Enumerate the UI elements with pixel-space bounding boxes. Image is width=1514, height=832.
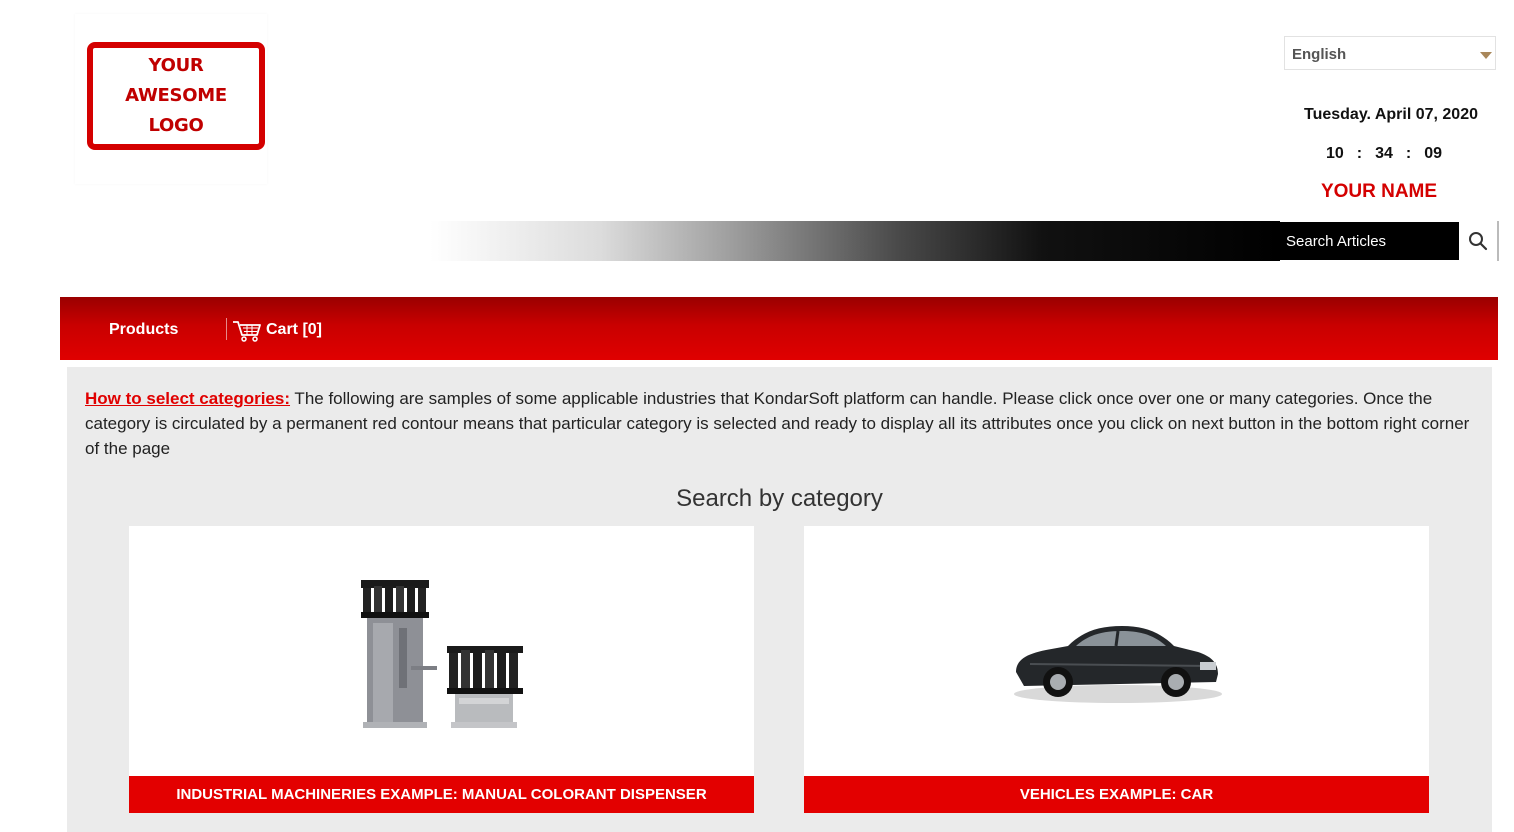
how-to-select-link[interactable]: How to select categories: bbox=[85, 389, 290, 408]
logo[interactable]: YOUR AWESOME LOGO bbox=[87, 42, 265, 150]
time-hours: 10 bbox=[1326, 145, 1344, 162]
car-image bbox=[1014, 626, 1222, 703]
logo-text: YOUR AWESOME LOGO bbox=[125, 55, 227, 136]
cart-icon bbox=[233, 321, 261, 342]
current-date: Tuesday. April 07, 2020 bbox=[1303, 106, 1478, 123]
search-icon bbox=[1469, 232, 1488, 251]
intro-text: The following are samples of some applic… bbox=[85, 389, 1470, 458]
search-bar-gradient bbox=[430, 221, 1280, 261]
category-card-car[interactable]: VEHICLES EXAMPLE: CAR bbox=[804, 526, 1429, 813]
main-nav: Products Cart [0] bbox=[60, 297, 1498, 360]
current-time: 10 : 34 : 09 bbox=[1326, 145, 1442, 163]
category-card-colorant-dispenser[interactable]: INDUSTRIAL MACHINERIES EXAMPLE: MANUAL C… bbox=[129, 526, 754, 813]
category-label: INDUSTRIAL MACHINERIES EXAMPLE: MANUAL C… bbox=[129, 776, 754, 813]
section-title: Search by category bbox=[676, 485, 883, 512]
time-separator: : bbox=[1356, 145, 1363, 162]
main-content: How to select categories: The following … bbox=[67, 367, 1492, 832]
nav-divider bbox=[226, 318, 227, 340]
cart-label: Cart [0] bbox=[266, 321, 323, 338]
time-seconds: 09 bbox=[1424, 145, 1443, 162]
colorant-dispenser-image bbox=[361, 580, 523, 728]
search-input[interactable] bbox=[1279, 222, 1459, 260]
category-label: VEHICLES EXAMPLE: CAR bbox=[804, 776, 1429, 813]
time-separator: : bbox=[1405, 145, 1412, 162]
nav-cart[interactable]: Cart [0] bbox=[232, 317, 322, 343]
language-selected-value: English bbox=[1292, 46, 1347, 63]
time-minutes: 34 bbox=[1375, 145, 1393, 162]
user-name[interactable]: YOUR NAME bbox=[1290, 181, 1468, 203]
logo-container[interactable]: YOUR AWESOME LOGO bbox=[75, 14, 267, 184]
chevron-down-icon bbox=[1480, 52, 1492, 59]
intro-paragraph: How to select categories: The following … bbox=[85, 386, 1480, 461]
nav-products[interactable]: Products bbox=[109, 321, 178, 339]
search-button[interactable] bbox=[1459, 221, 1499, 261]
language-select[interactable]: English bbox=[1284, 36, 1496, 70]
